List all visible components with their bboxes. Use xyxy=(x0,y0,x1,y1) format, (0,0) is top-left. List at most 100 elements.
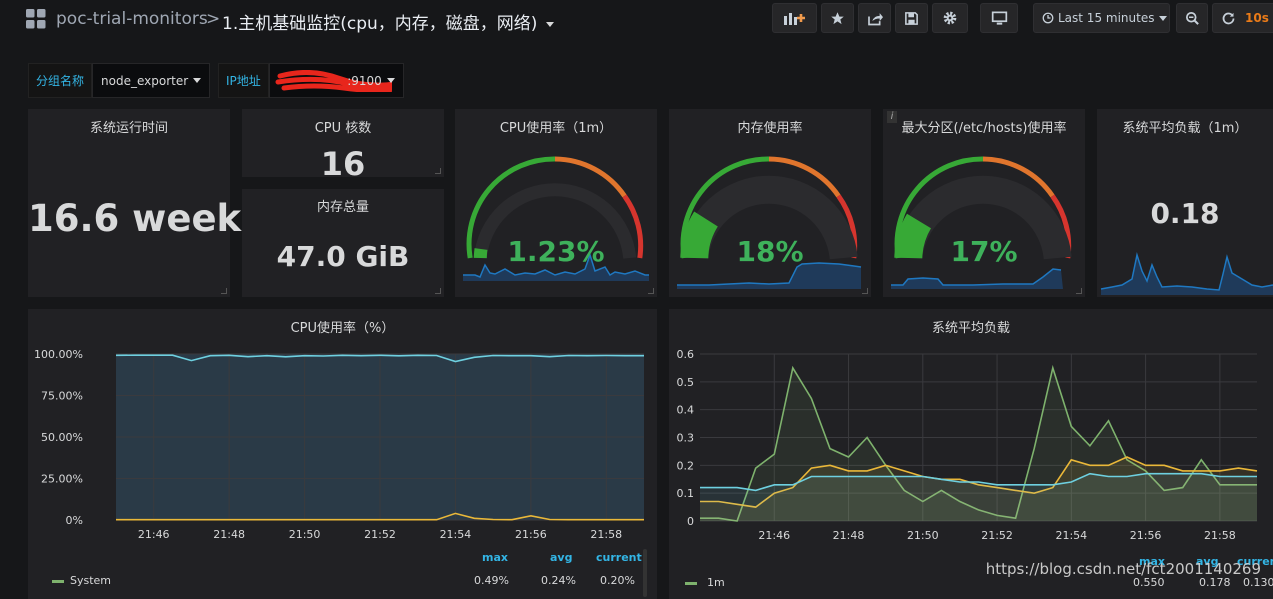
disk-gauge xyxy=(891,156,1072,289)
x-tick-label: 21:46 xyxy=(758,529,790,542)
x-tick-label: 21:48 xyxy=(213,528,245,541)
panel-title: CPU 核数 xyxy=(314,121,372,136)
y-tick-label: 0.5 xyxy=(677,376,695,389)
panel-memory-usage-gauge[interactable]: 内存使用率 18% xyxy=(669,109,871,297)
chevron-down-icon xyxy=(386,78,395,83)
stat-value: 16.6 week xyxy=(28,197,242,240)
panel-disk-usage-gauge[interactable]: i 最大分区(/etc/hosts)使用率 17% xyxy=(883,109,1085,297)
share-button[interactable] xyxy=(858,3,891,33)
cpu-graph-canvas[interactable]: 100.00% 75.00% 50.00% 25.00% 0% 21:46 21:48 21:… xyxy=(28,309,657,549)
x-tick-label: 21:46 xyxy=(138,528,170,541)
monitor-icon xyxy=(991,11,1007,25)
cycle-view-mode-button[interactable] xyxy=(980,3,1018,33)
stat-value: 16 xyxy=(320,145,366,183)
variable-value: :9100 xyxy=(347,73,382,88)
y-tick-label: 0.3 xyxy=(677,432,695,445)
top-navbar: poc-trial-monitors > 1.主机基础监控(cpu，内存，磁盘，… xyxy=(0,0,1273,40)
x-tick-label: 21:50 xyxy=(907,529,939,542)
y-tick-label: 100.00% xyxy=(34,348,83,361)
legend-header-current[interactable]: current xyxy=(596,551,642,564)
panel-load-graph[interactable]: 系统平均负载 0.6 0.5 0.4 0.3 0.2 0.1 0 21:46 21:48 21:5… xyxy=(669,309,1273,599)
x-tick-label: 21:48 xyxy=(833,529,865,542)
y-tick-label: 0 xyxy=(687,515,694,528)
legend-header-max[interactable]: max xyxy=(482,551,508,564)
breadcrumb-folder[interactable]: poc-trial-monitors xyxy=(56,9,208,29)
variable-dropdown-ip[interactable]: :9100 xyxy=(268,63,404,98)
variable-label: IP地址 xyxy=(218,63,269,98)
variable-label: 分组名称 xyxy=(28,63,93,98)
x-tick-label: 21:50 xyxy=(289,528,321,541)
x-tick-label: 21:52 xyxy=(364,528,396,541)
panel-cpu-cores[interactable]: CPU 核数 16 xyxy=(242,109,444,183)
clock-icon xyxy=(1042,12,1054,24)
panel-cpu-graph[interactable]: CPU使用率（%） 100.00% 75.00% 50.00% 25.00% 0% 21:… xyxy=(28,309,657,599)
y-tick-label: 75.00% xyxy=(41,390,83,403)
panel-load1[interactable]: 系统平均负载（1m） 0.18 xyxy=(1097,109,1273,297)
resize-handle[interactable] xyxy=(435,288,441,294)
resize-handle[interactable] xyxy=(1076,288,1082,294)
save-icon xyxy=(905,11,918,25)
gauge-value: 18% xyxy=(736,235,804,268)
gauge-value: 17% xyxy=(950,235,1018,268)
legend-current: 0.20% xyxy=(600,574,635,587)
variable-value: node_exporter xyxy=(101,73,189,88)
memory-gauge xyxy=(677,156,862,289)
stat-value: 47.0 GiB xyxy=(276,240,410,273)
gear-icon xyxy=(943,11,957,25)
y-tick-label: 25.00% xyxy=(41,473,83,486)
x-tick-label: 21:56 xyxy=(515,528,547,541)
legend-series-name: 1m xyxy=(707,576,725,589)
panel-title: 内存总量 xyxy=(316,200,369,215)
legend-scrollbar[interactable] xyxy=(643,549,647,597)
y-tick-label: 0.4 xyxy=(677,404,695,417)
panel-uptime[interactable]: 系统运行时间 16.6 week xyxy=(28,109,242,297)
add-panel-button[interactable] xyxy=(772,3,817,33)
resize-handle[interactable] xyxy=(221,288,227,294)
y-tick-label: 0.1 xyxy=(677,487,695,500)
legend-header-avg[interactable]: avg xyxy=(550,551,572,564)
refresh-interval: 10s xyxy=(1245,11,1269,25)
variable-ip: IP地址 :9100 xyxy=(218,63,404,98)
variable-group: 分组名称 node_exporter xyxy=(28,63,211,98)
load-graph-canvas[interactable]: 0.6 0.5 0.4 0.3 0.2 0.1 0 21:46 21:48 21:50 21:52 2… xyxy=(669,309,1273,549)
legend-row[interactable]: System 0.49% 0.24% 0.20% xyxy=(50,573,640,589)
dashboard-grid-icon[interactable] xyxy=(26,9,46,29)
legend-max: 0.49% xyxy=(474,574,509,587)
load-sparkline xyxy=(1100,252,1273,295)
x-tick-label: 21:54 xyxy=(1055,529,1087,542)
x-tick-label: 21:58 xyxy=(1204,529,1236,542)
legend-avg: 0.24% xyxy=(541,574,576,587)
star-icon xyxy=(831,11,844,24)
star-button[interactable] xyxy=(821,3,854,33)
x-tick-label: 21:54 xyxy=(440,528,472,541)
settings-button[interactable] xyxy=(932,3,968,33)
chevron-down-icon xyxy=(546,21,555,27)
gauge-value: 1.23% xyxy=(507,235,605,268)
time-range-label: Last 15 minutes xyxy=(1058,11,1155,25)
resize-handle[interactable] xyxy=(435,168,441,174)
refresh-icon xyxy=(1222,12,1235,24)
x-tick-label: 21:56 xyxy=(1130,529,1162,542)
panel-cpu-usage-gauge[interactable]: CPU使用率（1m） 1.23% xyxy=(455,109,657,297)
y-tick-label: 50.00% xyxy=(41,431,83,444)
variable-dropdown-group[interactable]: node_exporter xyxy=(92,63,211,98)
resize-handle[interactable] xyxy=(862,288,868,294)
zoom-out-button[interactable] xyxy=(1176,3,1208,33)
legend-swatch xyxy=(52,580,64,583)
dashboard-title[interactable]: 1.主机基础监控(cpu，内存，磁盘，网络) xyxy=(222,9,555,34)
refresh-picker[interactable]: 10s xyxy=(1212,3,1273,33)
time-range-picker[interactable]: Last 15 minutes xyxy=(1033,3,1170,33)
y-tick-label: 0.2 xyxy=(677,459,695,472)
resize-handle[interactable] xyxy=(648,288,654,294)
watermark: https://blog.csdn.net/fct2001140269 xyxy=(985,560,1261,578)
panel-title: 系统运行时间 xyxy=(89,121,168,136)
cpu-gauge xyxy=(463,156,649,281)
y-tick-label: 0.6 xyxy=(677,348,695,361)
dashboard-title-text: 1.主机基础监控(cpu，内存，磁盘，网络) xyxy=(222,14,538,34)
save-button[interactable] xyxy=(895,3,928,33)
panel-mem-total[interactable]: 内存总量 47.0 GiB xyxy=(242,189,444,297)
share-icon xyxy=(867,12,883,25)
legend-series-name: System xyxy=(70,574,112,587)
y-tick-label: 0% xyxy=(66,514,83,527)
zoom-out-icon xyxy=(1185,11,1199,25)
